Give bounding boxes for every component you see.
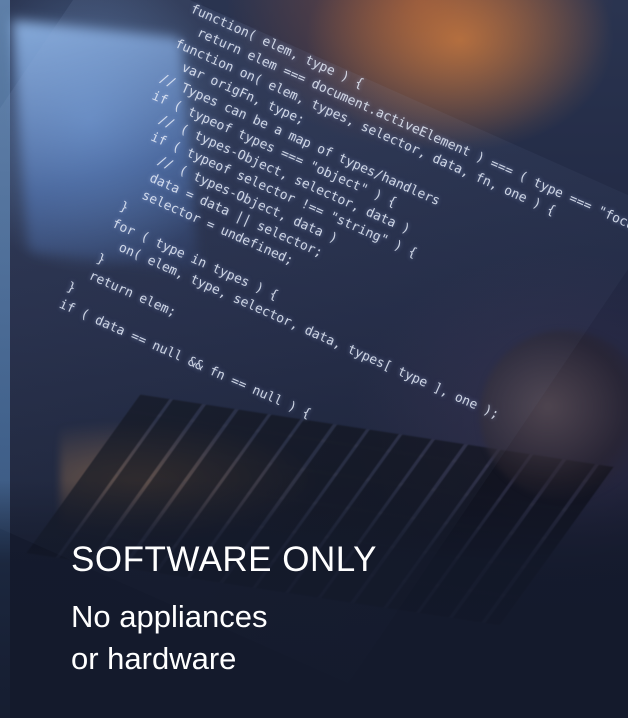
subtitle-line-2: or hardware (71, 641, 237, 676)
subtitle: No appliances or hardware (71, 596, 267, 680)
hero-card: function( elem, type ) { return elem ===… (0, 0, 628, 718)
headline: SOFTWARE ONLY (71, 540, 377, 579)
subtitle-line-1: No appliances (71, 599, 268, 634)
